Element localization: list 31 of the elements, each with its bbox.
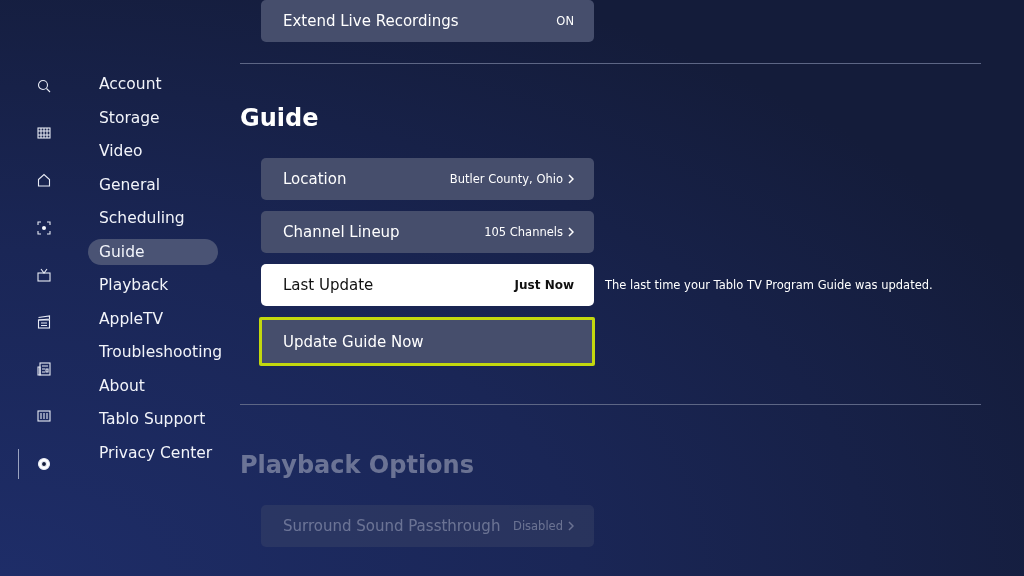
menu-item[interactable]: AppleTV — [88, 305, 218, 332]
menu-item[interactable]: Video — [88, 138, 218, 164]
menu-item[interactable]: Storage — [88, 104, 218, 131]
chevron-icon — [568, 174, 574, 184]
newspaper-icon[interactable] — [37, 362, 51, 377]
setting-row[interactable]: Channel Lineup 105 Channels — [261, 211, 594, 253]
home-icon[interactable] — [37, 173, 51, 188]
section-heading: Playback Options — [240, 450, 475, 481]
chevron-icon — [568, 227, 574, 237]
menu-item[interactable]: Privacy Center — [88, 439, 218, 466]
setting-row[interactable]: Extend Live Recordings ON — [261, 0, 594, 42]
description-text: The last time your Tablo TV Program Guide was updated. — [605, 278, 933, 292]
menu-item[interactable]: Playback — [88, 272, 218, 298]
focus-frame-icon[interactable] — [37, 220, 51, 235]
menu-item[interactable]: About — [88, 372, 218, 399]
film-grid-icon[interactable] — [37, 126, 51, 141]
clapperboard-icon[interactable] — [37, 314, 51, 329]
section-heading: Guide — [240, 103, 320, 134]
menu-item[interactable]: Scheduling — [88, 205, 218, 231]
setting-row[interactable]: Last Update Just Now — [261, 264, 594, 306]
chevron-icon — [568, 521, 574, 531]
search-icon[interactable] — [37, 79, 51, 93]
panel-icon[interactable] — [37, 409, 51, 424]
tv-icon[interactable] — [37, 267, 51, 282]
settings-icon[interactable] — [37, 456, 51, 471]
setting-row[interactable]: Location Butler County, Ohio — [261, 158, 594, 200]
menu-item[interactable]: General — [88, 171, 218, 198]
menu-item[interactable]: Guide — [88, 238, 218, 265]
menu-item[interactable]: Account — [88, 71, 218, 97]
menu-item[interactable]: Tablo Support — [88, 406, 218, 432]
setting-row[interactable]: Update Guide Now — [259, 317, 595, 366]
